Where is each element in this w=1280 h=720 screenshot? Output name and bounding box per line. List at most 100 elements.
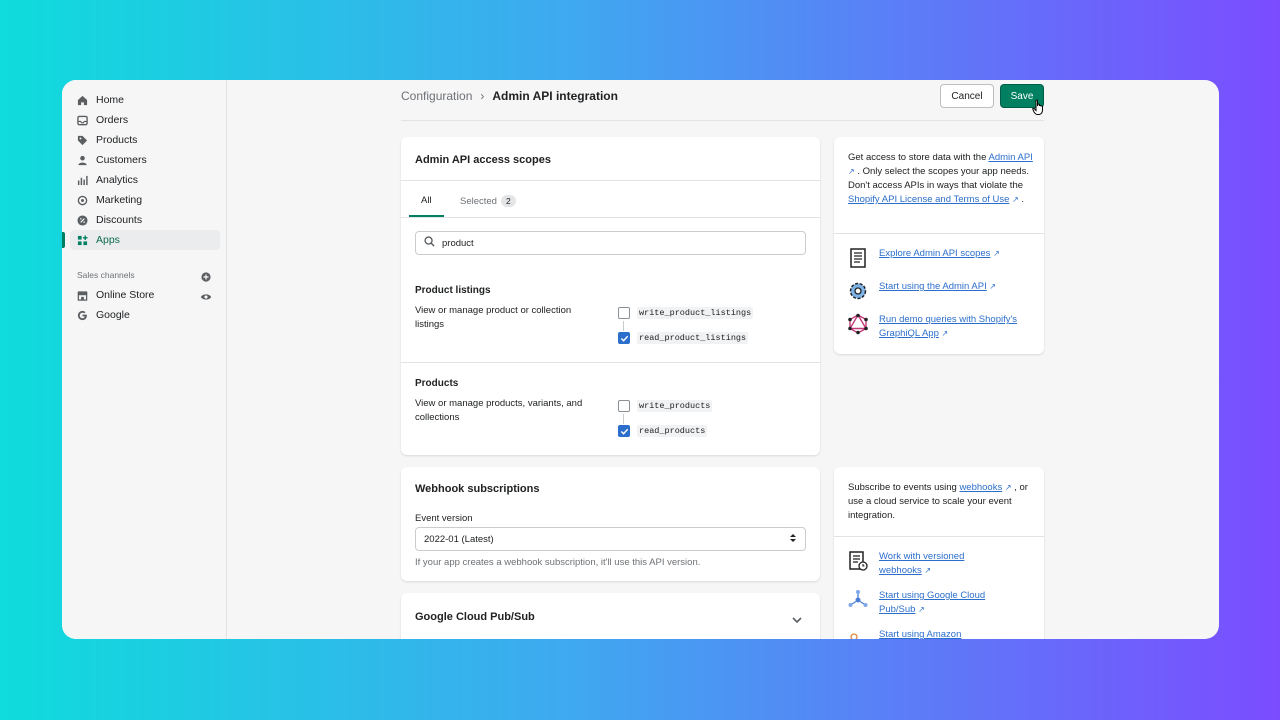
scope-write-products[interactable]: write_products (618, 400, 713, 412)
sidebar-item-discounts[interactable]: Discounts (70, 210, 220, 230)
scope-write-product-listings[interactable]: write_product_listings (618, 307, 754, 319)
external-link-icon: ↗ (918, 605, 925, 614)
selected-count-badge: 2 (500, 195, 516, 207)
checkbox[interactable] (618, 400, 630, 412)
sidebar-item-apps[interactable]: Apps (62, 230, 220, 250)
external-link-icon: ↗ (1004, 483, 1012, 492)
api-license-link[interactable]: Shopify API License and Terms of Use (848, 194, 1009, 205)
external-link-icon: ↗ (924, 566, 932, 575)
scope-name: read_products (637, 425, 708, 437)
divider (834, 233, 1044, 234)
sidebar-item-products[interactable]: Products (70, 130, 220, 150)
webhooks-link[interactable]: webhooks (959, 482, 1002, 493)
group-title-product-listings: Product listings (415, 285, 491, 296)
resource-link[interactable]: Start using the Admin API (879, 281, 987, 292)
app-window: Home Orders Products Customers Analytics… (62, 80, 1219, 639)
info-text-part: Subscribe to events using (848, 482, 957, 493)
info-text-part: . Only select the scopes your app needs.… (848, 166, 1029, 191)
resource-item[interactable]: Explore Admin API scopes ↗ (847, 247, 1000, 269)
sidebar-item-label: Orders (96, 114, 129, 126)
cancel-button[interactable]: Cancel (940, 84, 994, 108)
person-icon (77, 155, 88, 166)
search-icon (424, 236, 435, 250)
access-scopes-card: Admin API access scopes All Selected 2 p… (401, 137, 820, 455)
card-title: Google Cloud Pub/Sub (415, 611, 535, 623)
scope-connector (623, 321, 624, 331)
resource-link[interactable]: Work with versioned webhooks (879, 551, 964, 576)
page-title: Admin API integration (492, 89, 618, 103)
webhook-info-card: Subscribe to events using webhooks ↗ , o… (834, 467, 1044, 639)
sidebar-item-google[interactable]: Google (70, 305, 220, 325)
info-text-part: . (1021, 194, 1025, 205)
resource-link[interactable]: Start using Google Cloud Pub/Sub (879, 590, 985, 615)
resource-item[interactable]: Run demo queries with Shopify's GraphiQL… (847, 313, 1029, 341)
info-text: Get access to store data with the Admin … (848, 151, 1033, 207)
header-divider (401, 120, 1044, 121)
google-cloud-pubsub-icon (847, 589, 869, 611)
sidebar-item-label: Products (96, 134, 138, 146)
tab-selected[interactable]: Selected 2 (460, 195, 516, 207)
sidebar-item-customers[interactable]: Customers (70, 150, 220, 170)
sidebar-item-label: Analytics (96, 174, 139, 186)
discount-icon (77, 214, 88, 226)
scope-search-input[interactable]: product (415, 231, 806, 255)
sidebar: Home Orders Products Customers Analytics… (62, 80, 227, 639)
apps-icon (77, 234, 88, 246)
resource-link[interactable]: Start using Amazon (879, 629, 961, 639)
select-value: 2022-01 (Latest) (424, 533, 494, 545)
external-link-icon: ↗ (989, 282, 997, 291)
scope-read-products[interactable]: read_products (618, 425, 708, 437)
sidebar-item-label: Home (96, 94, 125, 106)
resource-item[interactable]: Start using the Admin API ↗ (847, 280, 996, 302)
chevron-down-icon[interactable] (792, 611, 802, 629)
group-description: View or manage product or collection lis… (415, 305, 572, 330)
sidebar-item-label: Discounts (96, 214, 143, 226)
info-text: Subscribe to events using webhooks ↗ , o… (848, 481, 1033, 523)
scope-read-product-listings[interactable]: read_product_listings (618, 332, 749, 344)
chevron-right-icon: › (480, 89, 485, 103)
sidebar-item-marketing[interactable]: Marketing (70, 190, 220, 210)
google-pubsub-card[interactable]: Google Cloud Pub/Sub (401, 593, 820, 639)
sidebar-item-orders[interactable]: Orders (70, 110, 220, 130)
select-arrows-icon (789, 533, 797, 546)
sidebar-item-analytics[interactable]: Analytics (70, 170, 220, 190)
main-content: Configuration › Admin API integration Ca… (227, 80, 1219, 639)
sidebar-item-home[interactable]: Home (70, 90, 220, 110)
event-version-select[interactable]: 2022-01 (Latest) (415, 527, 806, 551)
sidebar-item-label: Online Store (96, 289, 155, 301)
versioned-document-icon (847, 550, 869, 572)
resource-item[interactable]: Start using Amazon (847, 628, 961, 639)
admin-api-info-card: Get access to store data with the Admin … (834, 137, 1044, 354)
sidebar-item-label: Google (96, 309, 130, 321)
tab-all[interactable]: All (421, 195, 432, 206)
admin-api-link[interactable]: Admin API (988, 152, 1032, 163)
google-icon (77, 310, 88, 321)
scope-connector (623, 414, 624, 424)
scope-name: write_products (637, 400, 713, 412)
resource-item[interactable]: Start using Google Cloud Pub/Sub ↗ (847, 589, 1009, 617)
breadcrumb: Configuration › Admin API integration (401, 89, 618, 103)
checkbox[interactable] (618, 307, 630, 319)
checkbox-checked[interactable] (618, 425, 630, 437)
resource-link[interactable]: Explore Admin API scopes (879, 248, 990, 259)
event-version-label: Event version (415, 513, 473, 524)
divider (401, 362, 820, 363)
info-text-part: Get access to store data with the (848, 152, 987, 163)
home-icon (77, 95, 88, 106)
bar-chart-icon (77, 175, 88, 186)
amazon-eventbridge-icon (847, 628, 869, 639)
sidebar-item-online-store[interactable]: Online Store (70, 285, 220, 305)
external-link-icon: ↗ (993, 249, 1000, 258)
external-link-icon: ↗ (848, 167, 855, 176)
store-icon (77, 290, 88, 301)
checkbox-checked[interactable] (618, 332, 630, 344)
resource-item[interactable]: Work with versioned webhooks ↗ (847, 550, 989, 578)
external-link-icon: ↗ (1012, 195, 1019, 204)
card-title: Webhook subscriptions (415, 483, 540, 495)
gear-icon (847, 280, 869, 302)
divider (401, 180, 820, 181)
webhook-subscriptions-card: Webhook subscriptions Event version 2022… (401, 467, 820, 581)
breadcrumb-parent[interactable]: Configuration (401, 89, 472, 103)
hand-cursor-icon (1032, 99, 1046, 121)
scope-name: read_product_listings (637, 332, 749, 344)
